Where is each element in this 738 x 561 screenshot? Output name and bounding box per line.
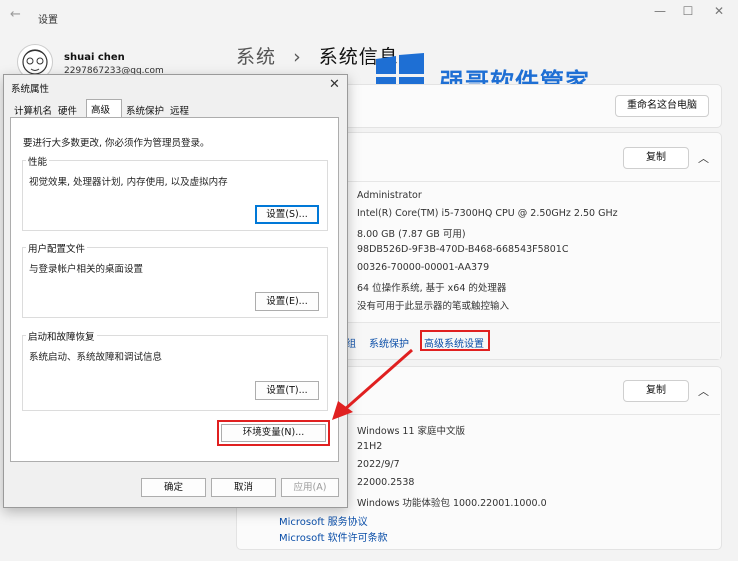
annotation-arrow-icon <box>332 348 413 420</box>
